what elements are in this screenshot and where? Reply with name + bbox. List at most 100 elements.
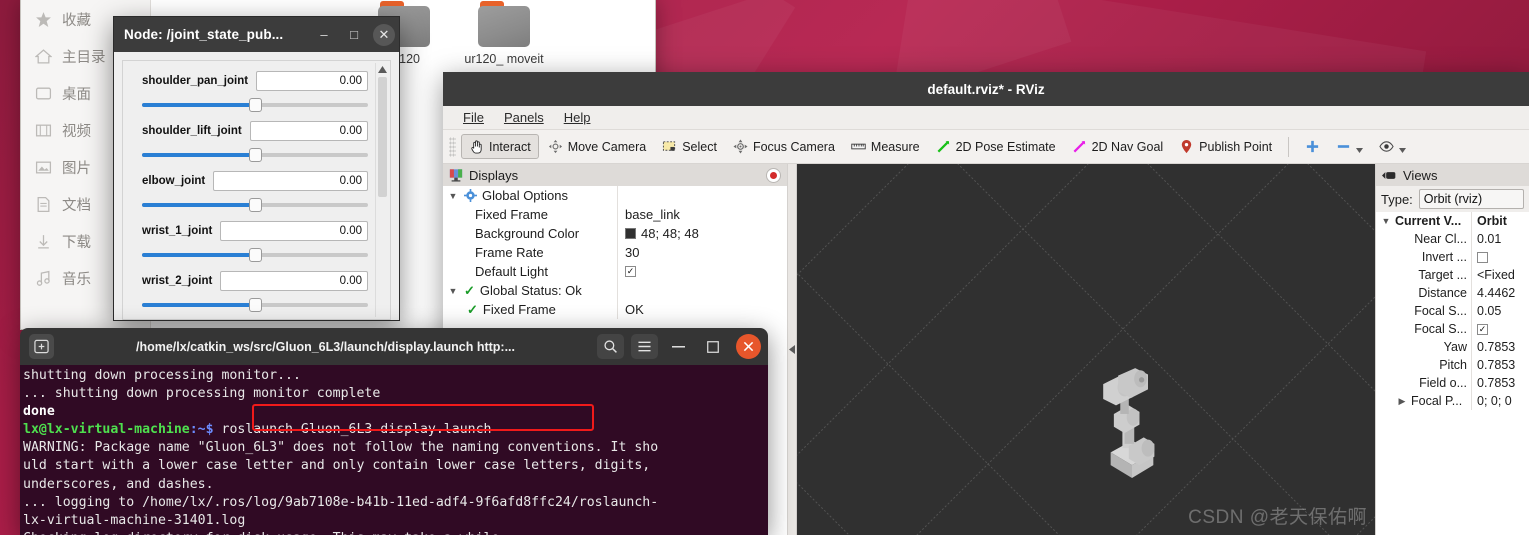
tool-visibility[interactable] [1372, 135, 1413, 158]
views-value[interactable] [1472, 251, 1488, 263]
terminal-minimize-button[interactable] [665, 334, 692, 359]
views-row[interactable]: Distance 4.4462 [1376, 284, 1529, 302]
joint-slider[interactable] [142, 98, 368, 112]
twisty-icon[interactable]: ▼ [1380, 216, 1392, 226]
joint-slider[interactable] [142, 298, 368, 312]
terminal-search-button[interactable] [597, 334, 624, 359]
views-key-label: Focal S... [1414, 304, 1467, 318]
joint-state-publisher-window[interactable]: Node: /joint_state_pub... – □ ✕ shoulder… [113, 16, 400, 321]
joint-value-input[interactable]: 0.00 [213, 171, 368, 191]
tool-publish-point[interactable]: Publish Point [1172, 135, 1279, 158]
menu-panels[interactable]: Panels [496, 108, 552, 127]
views-value[interactable]: ✓ [1472, 323, 1488, 335]
slider-knob[interactable] [249, 198, 262, 212]
views-value[interactable]: <Fixed [1472, 268, 1515, 282]
terminal-window[interactable]: /home/lx/catkin_ws/src/Gluon_6L3/launch/… [20, 328, 768, 535]
views-row[interactable]: Target ... <Fixed [1376, 266, 1529, 284]
tree-row[interactable]: Background Color 48; 48; 48 [443, 224, 787, 243]
slider-knob[interactable] [249, 148, 262, 162]
tree-value[interactable]: 30 [618, 245, 639, 260]
tool-move-camera[interactable]: Move Camera [541, 135, 654, 158]
joint-value-input[interactable]: 0.00 [256, 71, 368, 91]
views-value[interactable]: 0.01 [1472, 232, 1501, 246]
jsp-close-button[interactable]: ✕ [373, 23, 395, 46]
views-value[interactable]: 0.05 [1472, 304, 1501, 318]
joint-value-input[interactable]: 0.00 [220, 221, 368, 241]
jsp-minimize-button[interactable]: – [309, 22, 339, 48]
slider-knob[interactable] [249, 298, 262, 312]
tool-focus-camera[interactable]: Focus Camera [726, 135, 842, 158]
tree-row[interactable]: Fixed Frame base_link [443, 205, 787, 224]
tool-remove-display[interactable] [1329, 135, 1370, 158]
tree-value[interactable]: ✓ [618, 266, 636, 277]
scrollbar-thumb[interactable] [378, 77, 387, 197]
views-row[interactable]: ▼ Current V... Orbit [1376, 212, 1529, 230]
terminal-menu-button[interactable] [631, 334, 658, 359]
rviz-3d-viewport[interactable]: CSDN @老天保佑啊 [788, 164, 1375, 535]
tree-row[interactable]: ▼ ✓ Global Status: Ok [443, 281, 787, 300]
views-row[interactable]: Near Cl... 0.01 [1376, 230, 1529, 248]
views-row[interactable]: Pitch 0.7853 [1376, 356, 1529, 374]
views-value: Orbit [1477, 214, 1507, 228]
views-type-select[interactable]: Orbit (rviz) [1418, 189, 1524, 209]
slider-knob[interactable] [249, 248, 262, 262]
displays-close-button[interactable] [766, 167, 781, 183]
tool-add-display[interactable] [1298, 135, 1327, 158]
rviz-toolbar: Interact Move Camera Select Focus Camera… [443, 130, 1529, 164]
joint-value-input[interactable]: 0.00 [249, 121, 368, 141]
jsp-titlebar: Node: /joint_state_pub... – □ ✕ [114, 17, 399, 52]
terminal-close-button[interactable] [736, 334, 761, 359]
jsp-scrollbar[interactable] [375, 63, 388, 317]
focal-shape-checkbox[interactable]: ✓ [1477, 323, 1488, 335]
views-value[interactable]: 4.4462 [1472, 286, 1515, 300]
slider-knob[interactable] [249, 98, 262, 112]
menu-file-label: File [463, 110, 484, 125]
invert-checkbox[interactable] [1477, 251, 1488, 263]
maximize-icon [706, 340, 719, 353]
tool-2d-pose-estimate[interactable]: 2D Pose Estimate [929, 135, 1063, 158]
views-key-label: Focal S... [1414, 322, 1467, 336]
views-value[interactable]: 0.7853 [1472, 340, 1515, 354]
views-row[interactable]: Focal S... ✓ [1376, 320, 1529, 338]
default-light-checkbox[interactable]: ✓ [625, 266, 636, 277]
toolbar-grip[interactable] [449, 136, 456, 157]
views-row[interactable]: ▶ Focal P... 0; 0; 0 [1376, 392, 1529, 410]
joint-value-input[interactable]: 0.00 [220, 271, 368, 291]
tool-interact[interactable]: Interact [461, 134, 539, 159]
jsp-maximize-button[interactable]: □ [339, 22, 369, 48]
tool-select[interactable]: Select [655, 135, 724, 158]
joint-slider[interactable] [142, 148, 368, 162]
tree-row[interactable]: Frame Rate 30 [443, 243, 787, 262]
views-row[interactable]: Yaw 0.7853 [1376, 338, 1529, 356]
tree-row[interactable]: Default Light ✓ [443, 262, 787, 281]
tool-measure[interactable]: Measure [844, 135, 927, 158]
menu-file[interactable]: File [455, 108, 492, 127]
tree-row[interactable]: ✓ Fixed Frame OK [443, 300, 787, 319]
views-row[interactable]: Field o... 0.7853 [1376, 374, 1529, 392]
viewport-panel-handle[interactable] [788, 164, 797, 535]
terminal-maximize-button[interactable] [699, 334, 726, 359]
new-tab-icon[interactable] [29, 334, 54, 359]
tree-value[interactable]: 48; 48; 48 [618, 226, 699, 241]
joint-slider[interactable] [142, 198, 368, 212]
tree-value-label: 30 [625, 245, 640, 260]
views-row[interactable]: Invert ... [1376, 248, 1529, 266]
twisty-icon[interactable]: ▼ [447, 191, 459, 201]
views-value[interactable]: 0; 0; 0 [1472, 394, 1512, 408]
twisty-icon[interactable]: ▶ [1396, 396, 1408, 407]
tool-2d-nav-goal[interactable]: 2D Nav Goal [1065, 135, 1171, 158]
views-value[interactable]: 0.7853 [1472, 376, 1515, 390]
scroll-up-icon[interactable] [377, 64, 388, 75]
hamburger-menu-icon [638, 341, 651, 352]
tree-value[interactable]: base_link [618, 207, 680, 222]
slider-fill [142, 253, 255, 257]
twisty-icon[interactable]: ▼ [447, 286, 459, 296]
views-value[interactable]: 0.7853 [1472, 358, 1515, 372]
views-row[interactable]: Focal S... 0.05 [1376, 302, 1529, 320]
terminal-line: shutting down processing monitor... [23, 368, 301, 383]
tree-row[interactable]: ▼ Global Options [443, 186, 787, 205]
terminal-output[interactable]: shutting down processing monitor... ... … [20, 365, 768, 535]
joint-slider[interactable] [142, 248, 368, 262]
menu-help[interactable]: Help [556, 108, 599, 127]
file-item[interactable]: ur120_ moveit [463, 1, 545, 67]
